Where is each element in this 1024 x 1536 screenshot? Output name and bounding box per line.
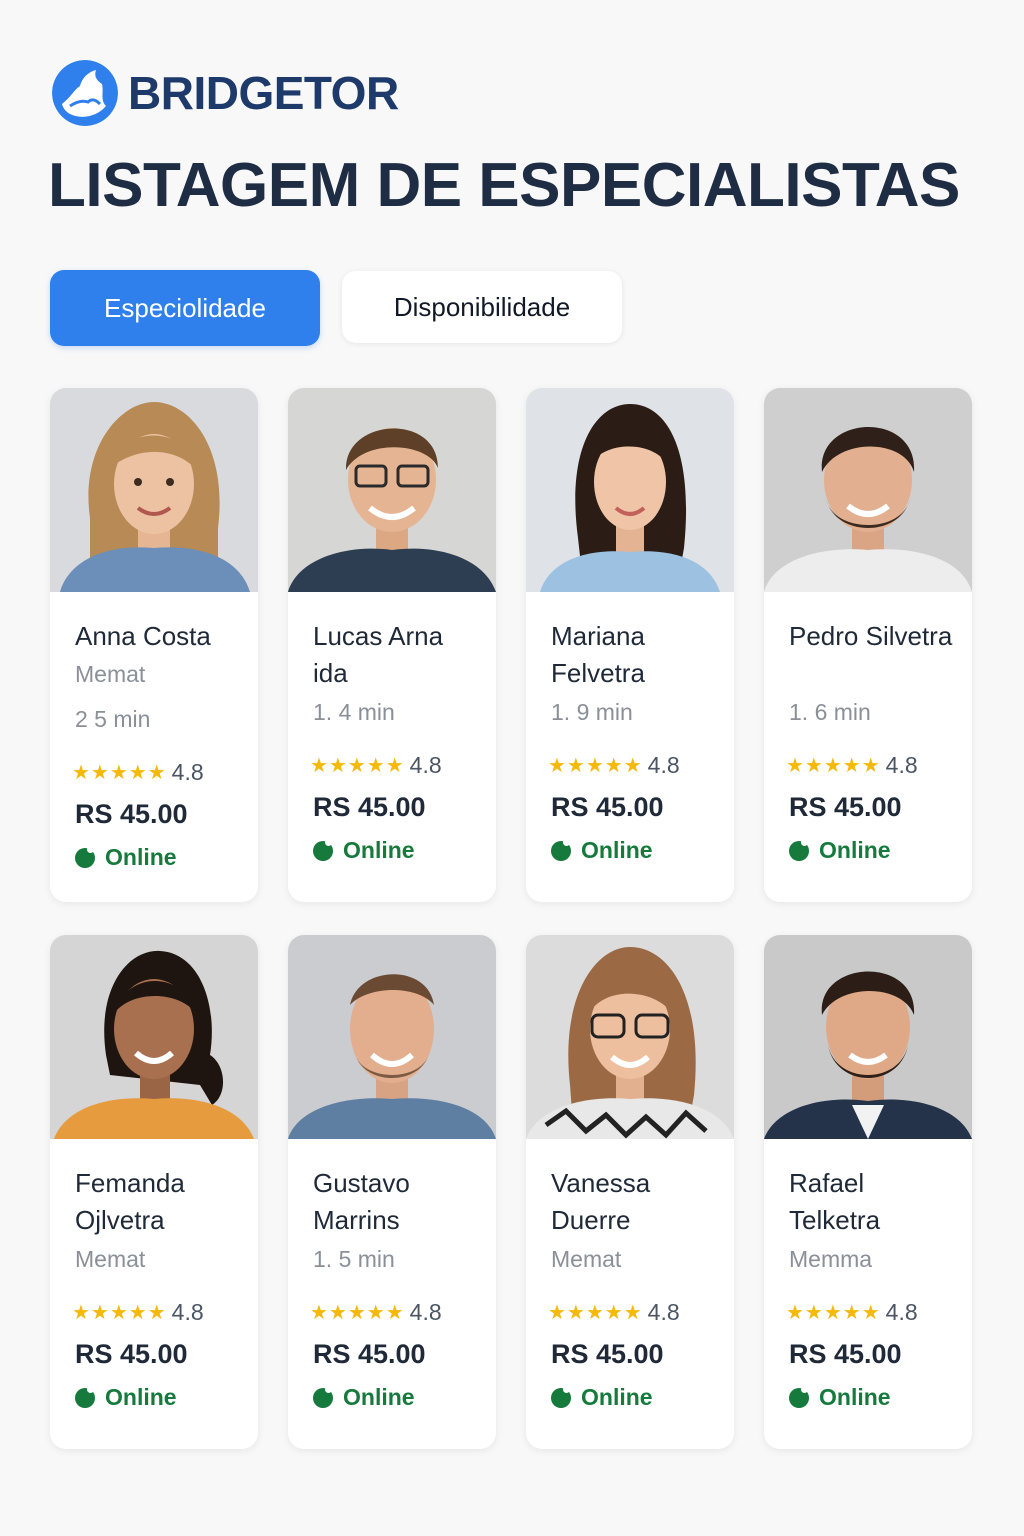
specialist-name: Pedro Silvetra (789, 621, 953, 651)
status-badge: Online (551, 837, 722, 864)
specialist-name: Vanessa Duerre (551, 1168, 651, 1235)
price: RS 45.00 (789, 792, 902, 822)
specialist-response-time: 1. 5 min (313, 1246, 395, 1272)
specialist-response-time: 1. 6 min (789, 699, 871, 725)
rating: ★★★★★ 4.8 (72, 750, 246, 795)
specialist-response-time: 1. 9 min (551, 699, 633, 725)
status-label: Online (819, 1384, 891, 1410)
rating: ★★★★★ 4.8 (310, 743, 484, 788)
rating: ★★★★★ 4.8 (72, 1290, 246, 1335)
online-dot-icon (313, 838, 333, 861)
status-badge: Online (313, 1384, 484, 1411)
specialist-card[interactable]: Rafael Telketra Memma ★★★★★ 4.8 RS 45.00… (764, 935, 972, 1449)
price: RS 45.00 (789, 1339, 902, 1369)
rating: ★★★★★ 4.8 (786, 743, 960, 788)
rating-value: 4.8 (409, 1299, 442, 1325)
rating: ★★★★★ 4.8 (548, 743, 722, 788)
status-label: Online (581, 837, 653, 863)
specialist-photo (764, 388, 972, 592)
rating-value: 4.8 (647, 752, 680, 778)
star-icons: ★★★★★ (548, 755, 643, 777)
status-label: Online (105, 844, 177, 870)
specialist-area: Memat (551, 1246, 622, 1272)
star-icons: ★★★★★ (548, 1302, 643, 1324)
star-icons: ★★★★★ (310, 755, 405, 777)
specialist-card[interactable]: Gustavo Marrins 1. 5 min ★★★★★ 4.8 RS 45… (288, 935, 496, 1449)
star-icons: ★★★★★ (786, 1302, 881, 1324)
specialist-card[interactable]: Vanessa Duerre Memat ★★★★★ 4.8 RS 45.00 … (526, 935, 734, 1449)
rating: ★★★★★ 4.8 (786, 1290, 960, 1335)
price: RS 45.00 (75, 799, 188, 829)
rating-value: 4.8 (885, 1299, 918, 1325)
status-label: Online (105, 1384, 177, 1410)
status-label: Online (343, 837, 415, 863)
specialist-photo (764, 935, 972, 1139)
status-badge: Online (789, 1384, 960, 1411)
status-badge: Online (75, 844, 246, 871)
specialist-name: Gustavo Marrins (313, 1168, 410, 1235)
online-dot-icon (75, 1385, 95, 1408)
specialist-name: Mariana Felvetra (551, 621, 645, 688)
specialist-area: Memma (789, 1246, 873, 1272)
specialist-photo (50, 388, 258, 592)
specialist-response-time: 2 5 min (75, 706, 151, 732)
rating-value: 4.8 (409, 752, 442, 778)
rating-value: 4.8 (885, 752, 918, 778)
status-label: Online (819, 837, 891, 863)
online-dot-icon (551, 1385, 571, 1408)
rating-value: 4.8 (647, 1299, 680, 1325)
online-dot-icon (551, 838, 571, 861)
status-label: Online (581, 1384, 653, 1410)
status-badge: Online (551, 1384, 722, 1411)
online-dot-icon (789, 838, 809, 861)
rating-value: 4.8 (171, 759, 204, 785)
specialist-photo (526, 388, 734, 592)
specialist-response-time: 1. 4 min (313, 699, 395, 725)
price: RS 45.00 (75, 1339, 188, 1369)
star-icons: ★★★★★ (72, 1302, 167, 1324)
tab-disponibilidade[interactable]: Disponibilidade (342, 271, 622, 343)
star-icons: ★★★★★ (72, 762, 167, 784)
specialist-card[interactable]: Anna Costa Memat 2 5 min ★★★★★ 4.8 RS 45… (50, 388, 258, 902)
specialist-card[interactable]: Lucas Arna ida 1. 4 min ★★★★★ 4.8 RS 45.… (288, 388, 496, 902)
specialist-card[interactable]: Pedro Silvetra 1. 6 min ★★★★★ 4.8 RS 45.… (764, 388, 972, 902)
price: RS 45.00 (313, 792, 426, 822)
specialist-photo (288, 388, 496, 592)
brand-name: BRIDGETOR (128, 67, 399, 119)
star-icons: ★★★★★ (786, 755, 881, 777)
price: RS 45.00 (551, 792, 664, 822)
status-badge: Online (789, 837, 960, 864)
page-title: LISTAGEM DE ESPECIALISTAS (48, 151, 960, 220)
online-dot-icon (75, 845, 95, 868)
status-badge: Online (75, 1384, 246, 1411)
online-dot-icon (789, 1385, 809, 1408)
specialist-photo (50, 935, 258, 1139)
rating-value: 4.8 (171, 1299, 204, 1325)
specialist-area: Memat (75, 661, 146, 687)
bridgetor-logo-icon (52, 60, 118, 126)
tab-especialidade[interactable]: Especiolidade (50, 270, 320, 346)
specialist-name: Femanda Ojlvetra (75, 1168, 185, 1235)
specialist-name: Rafael Telketra (789, 1168, 881, 1235)
specialist-name: Lucas Arna ida (313, 621, 444, 688)
specialist-card[interactable]: Mariana Felvetra 1. 9 min ★★★★★ 4.8 RS 4… (526, 388, 734, 902)
status-label: Online (343, 1384, 415, 1410)
specialist-photo (288, 935, 496, 1139)
specialist-name: Anna Costa (75, 621, 211, 651)
specialist-grid: Anna Costa Memat 2 5 min ★★★★★ 4.8 RS 45… (50, 388, 972, 1449)
rating: ★★★★★ 4.8 (310, 1290, 484, 1335)
online-dot-icon (313, 1385, 333, 1408)
brand[interactable]: BRIDGETOR (52, 60, 399, 126)
specialist-area: Memat (75, 1246, 146, 1272)
specialist-card[interactable]: Femanda Ojlvetra Memat ★★★★★ 4.8 RS 45.0… (50, 935, 258, 1449)
specialist-photo (526, 935, 734, 1139)
price: RS 45.00 (551, 1339, 664, 1369)
price: RS 45.00 (313, 1339, 426, 1369)
star-icons: ★★★★★ (310, 1302, 405, 1324)
rating: ★★★★★ 4.8 (548, 1290, 722, 1335)
status-badge: Online (313, 837, 484, 864)
